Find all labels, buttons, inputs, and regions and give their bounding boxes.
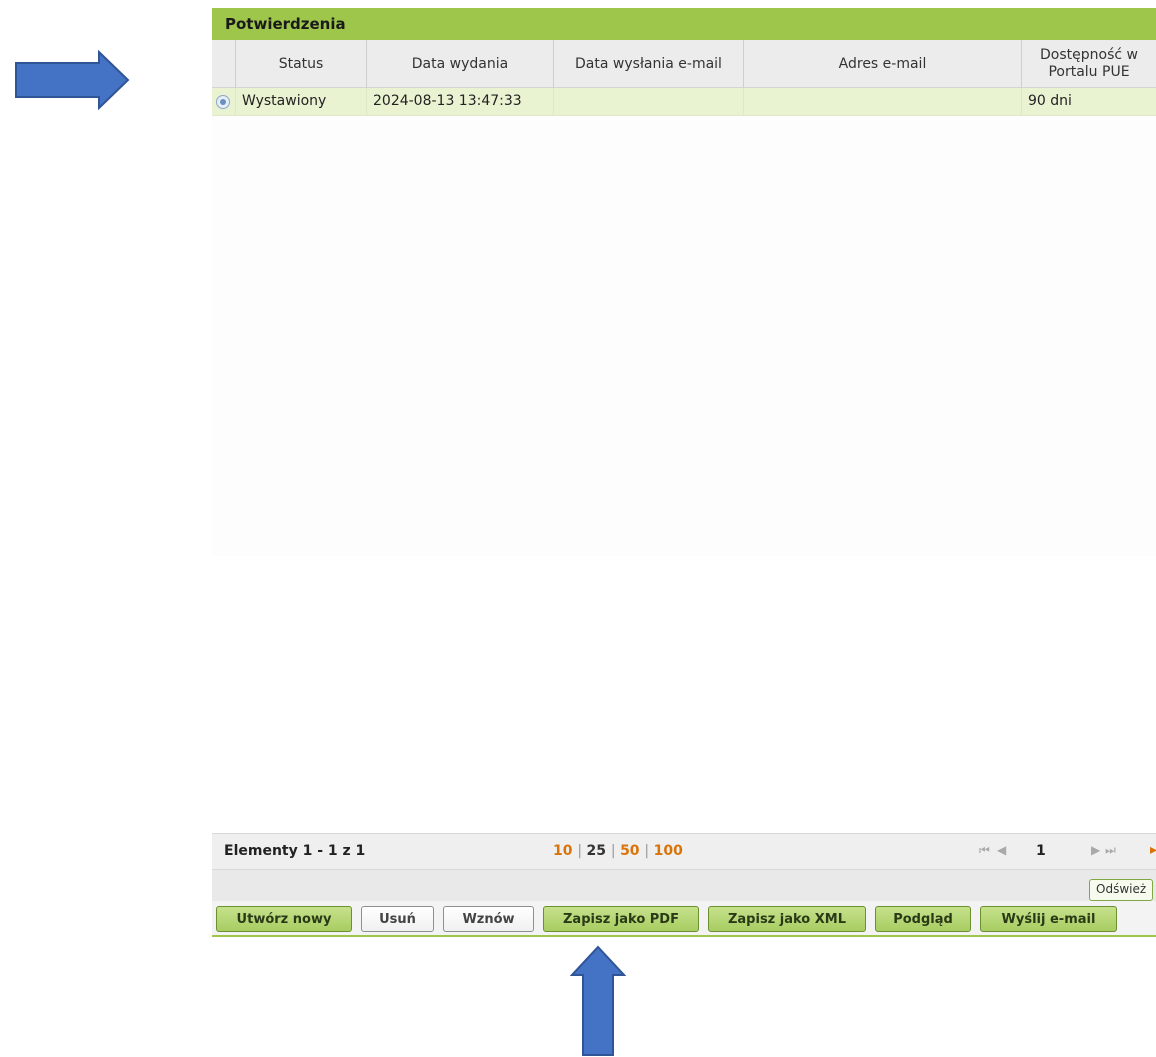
page-size-50[interactable]: 50 bbox=[620, 843, 639, 859]
cell-dostepnosc: 90 dni bbox=[1028, 93, 1072, 109]
save-as-pdf-button[interactable]: Zapisz jako PDF bbox=[543, 906, 699, 932]
right-arrow-annotation-icon bbox=[15, 50, 130, 110]
preview-button[interactable]: Podgląd bbox=[875, 906, 971, 932]
page-size-separator: | bbox=[577, 843, 587, 859]
refresh-bar: Odśwież bbox=[212, 869, 1156, 901]
next-page-icon[interactable]: ▶ bbox=[1091, 843, 1101, 857]
row-select-cell[interactable] bbox=[212, 88, 236, 116]
cell-data-wyslania bbox=[554, 88, 744, 116]
radio-selected-icon[interactable] bbox=[216, 95, 230, 109]
page-size-100[interactable]: 100 bbox=[654, 843, 683, 859]
pager-count-label: Elementy 1 - 1 z 1 bbox=[224, 843, 366, 859]
cell-status: Wystawiony bbox=[236, 88, 367, 116]
up-arrow-annotation-icon bbox=[570, 945, 626, 1056]
send-email-button[interactable]: Wyślij e-mail bbox=[980, 906, 1117, 932]
action-toolbar: Utwórz nowy Usuń Wznów Zapisz jako PDF Z… bbox=[212, 901, 1156, 937]
refresh-button[interactable]: Odśwież bbox=[1089, 879, 1154, 901]
column-header-adres-email[interactable]: Adres e-mail bbox=[744, 40, 1022, 88]
page-size-separator: | bbox=[644, 843, 654, 859]
delete-button[interactable]: Usuń bbox=[361, 906, 434, 932]
column-header-status[interactable]: Status bbox=[236, 40, 367, 88]
create-new-button[interactable]: Utwórz nowy bbox=[216, 906, 352, 932]
confirmations-panel: Potwierdzenia Status Data wydania Data w… bbox=[212, 8, 1156, 937]
first-page-icon[interactable]: ⏮ bbox=[979, 843, 991, 858]
column-header-dostepnosc[interactable]: Dostępność w Portalu PUE bbox=[1022, 40, 1156, 88]
current-page-number: 1 bbox=[1036, 843, 1046, 859]
pager-bar: Elementy 1 - 1 z 1 10 | 25 | 50 | 100 ⏮ … bbox=[212, 833, 1156, 869]
column-header-data-wydania[interactable]: Data wydania bbox=[367, 40, 554, 88]
cell-data-wydania: 2024-08-13 13:47:33 bbox=[367, 88, 554, 116]
page-size-10[interactable]: 10 bbox=[553, 843, 572, 859]
table-row[interactable]: Wystawiony 2024-08-13 13:47:33 90 dni bbox=[212, 88, 1156, 116]
last-page-icon[interactable]: ⏭ bbox=[1105, 843, 1117, 858]
page-end-marker-icon[interactable]: ▸ bbox=[1150, 842, 1156, 858]
page-size-selector: 10 | 25 | 50 | 100 bbox=[553, 843, 683, 859]
column-header-data-wyslania[interactable]: Data wysłania e-mail bbox=[554, 40, 744, 88]
cell-adres-email bbox=[744, 88, 1022, 116]
prev-page-icon[interactable]: ◀ bbox=[997, 843, 1007, 857]
save-as-xml-button[interactable]: Zapisz jako XML bbox=[708, 906, 866, 932]
resume-button[interactable]: Wznów bbox=[443, 906, 534, 932]
grid-header: Status Data wydania Data wysłania e-mail… bbox=[212, 40, 1156, 88]
panel-title: Potwierdzenia bbox=[212, 8, 1156, 40]
header-select-column bbox=[212, 40, 236, 88]
page-size-separator: | bbox=[610, 843, 621, 859]
page-size-25[interactable]: 25 bbox=[587, 843, 606, 859]
